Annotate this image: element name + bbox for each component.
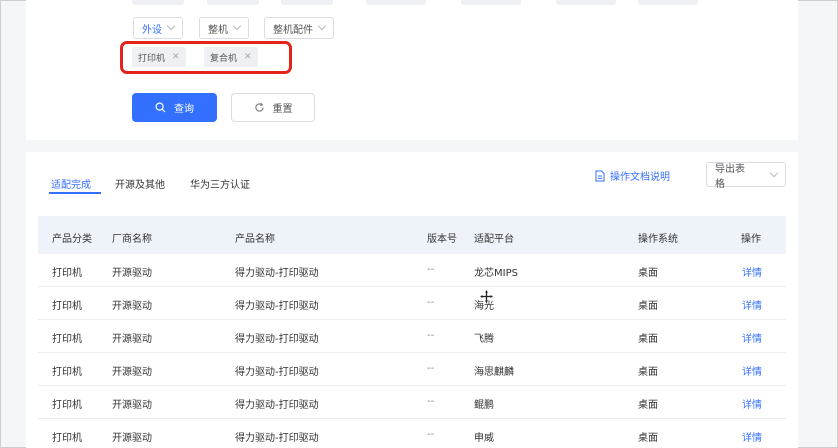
details-link[interactable]: 详情 [742,297,762,312]
chevron-down-icon [317,21,327,31]
cell-platform: 飞腾 [474,334,494,345]
tab-huawei-cert[interactable]: 华为三方认证 [190,176,250,191]
cell-product: 得力驱动-打印驱动 [235,268,319,279]
col-category: 产品分类 [52,234,92,245]
export-label: 导出表格 [715,163,745,190]
cell-version: -- [427,396,435,407]
filter-option-strip[interactable] [132,0,184,5]
cell-category: 打印机 [52,301,82,312]
details-link[interactable]: 详情 [742,363,762,378]
col-vendor: 厂商名称 [112,234,152,245]
cell-vendor: 开源驱动 [112,367,152,378]
table-row: 打印机 开源驱动 得力驱动-打印驱动 -- 飞腾 桌面 详情 [38,320,786,353]
reset-button[interactable]: 重置 [231,93,315,122]
category-select-complete-machine[interactable]: 整机 [199,17,249,39]
export-table-select[interactable]: 导出表格 [706,162,786,190]
details-link[interactable]: 详情 [742,396,762,411]
cell-platform: 龙芯MIPS [474,268,518,279]
document-icon [595,170,605,181]
cell-product: 得力驱动-打印驱动 [235,400,319,411]
cell-platform: 鲲鹏 [474,400,494,411]
filter-option-strip[interactable] [366,0,426,5]
cell-product: 得力驱动-打印驱动 [235,334,319,345]
cell-os: 桌面 [638,334,658,345]
cell-category: 打印机 [52,268,82,279]
cell-os: 桌面 [638,367,658,378]
filter-option-strip[interactable] [461,0,521,5]
select-label: 整机 [208,24,228,36]
col-version: 版本号 [427,234,457,245]
filter-option-strip[interactable] [638,0,698,5]
cell-version: -- [427,429,435,440]
chevron-down-icon [232,21,242,31]
cell-category: 打印机 [52,433,82,444]
search-icon [155,102,166,113]
chevron-down-icon [166,21,176,31]
cell-vendor: 开源驱动 [112,301,152,312]
select-label: 整机配件 [273,24,313,36]
cell-vendor: 开源驱动 [112,334,152,345]
filter-option-strip[interactable] [281,0,333,5]
col-os: 操作系统 [638,234,678,245]
results-panel: 适配完成 开源及其他 华为三方认证 操作文档说明 导出表格 产品分类 厂商名称 … [26,152,798,448]
operation-doc-link[interactable]: 操作文档说明 [595,168,670,183]
category-select-peripherals[interactable]: 外设 [133,17,183,39]
cell-os: 桌面 [638,268,658,279]
cell-version: -- [427,363,435,374]
tab-open-source[interactable]: 开源及其他 [115,176,165,191]
refresh-icon [254,102,264,112]
col-platform: 适配平台 [474,234,514,245]
cell-vendor: 开源驱动 [112,400,152,411]
table-row: 打印机 开源驱动 得力驱动-打印驱动 -- 龙芯MIPS 桌面 详情 [38,254,786,287]
cell-category: 打印机 [52,400,82,411]
move-cursor-icon [480,290,493,303]
table-row: 打印机 开源驱动 得力驱动-打印驱动 -- 申威 桌面 详情 [38,419,786,448]
select-label: 外设 [142,24,162,36]
details-link[interactable]: 详情 [742,330,762,345]
table-row: 打印机 开源驱动 得力驱动-打印驱动 -- 鲲鹏 桌面 详情 [38,386,786,419]
query-button-label: 查询 [174,104,194,115]
col-product: 产品名称 [235,234,275,245]
cell-category: 打印机 [52,367,82,378]
cell-os: 桌面 [638,400,658,411]
highlight-annotation-box [120,41,292,74]
cell-platform: 申威 [474,433,494,444]
cell-product: 得力驱动-打印驱动 [235,433,319,444]
table-header: 产品分类 厂商名称 产品名称 版本号 适配平台 操作系统 操作 [38,216,786,254]
cell-version: -- [427,297,435,308]
category-select-machine-parts[interactable]: 整机配件 [264,17,334,39]
chevron-down-icon [769,168,779,177]
doc-link-label: 操作文档说明 [610,172,670,183]
cell-vendor: 开源驱动 [112,268,152,279]
details-link[interactable]: 详情 [742,429,762,444]
details-link[interactable]: 详情 [742,264,762,279]
cell-version: -- [427,264,435,275]
filter-option-strip[interactable] [556,0,616,5]
reset-button-label: 重置 [272,104,293,115]
cell-product: 得力驱动-打印驱动 [235,367,319,378]
cell-category: 打印机 [52,334,82,345]
tab-adapted[interactable]: 适配完成 [51,176,91,191]
filter-option-strip[interactable] [207,0,259,5]
cell-os: 桌面 [638,301,658,312]
query-button[interactable]: 查询 [132,93,217,122]
table-row: 打印机 开源驱动 得力驱动-打印驱动 -- 海思麒麟 桌面 详情 [38,353,786,386]
cell-vendor: 开源驱动 [112,433,152,444]
cell-platform: 海思麒麟 [474,367,514,378]
col-action: 操作 [741,234,761,245]
cell-version: -- [427,330,435,341]
cell-os: 桌面 [638,433,658,444]
active-tab-indicator [49,192,101,194]
table-row: 打印机 开源驱动 得力驱动-打印驱动 -- 海光 桌面 详情 [38,287,786,320]
cell-product: 得力驱动-打印驱动 [235,301,319,312]
